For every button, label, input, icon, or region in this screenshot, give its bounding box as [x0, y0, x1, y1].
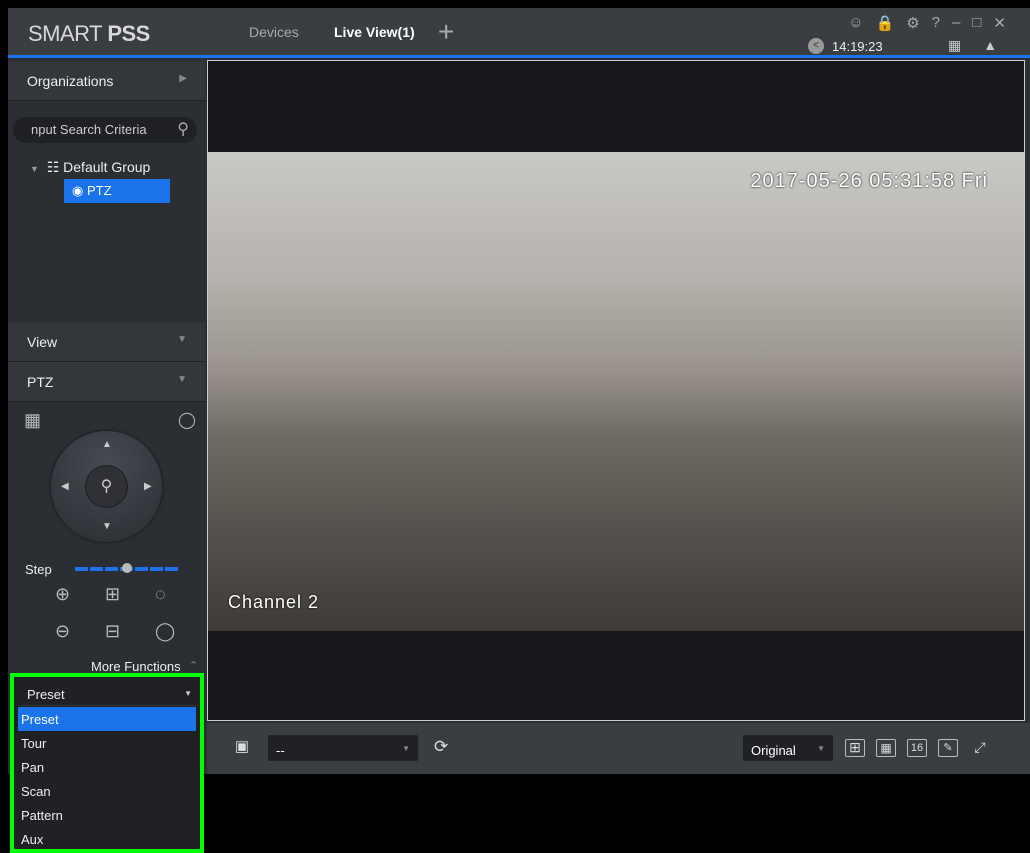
close-icon[interactable]: ✕: [993, 14, 1006, 32]
focus-near-icon[interactable]: ⊞: [105, 584, 120, 605]
mouse-icon[interactable]: ◯: [178, 410, 196, 430]
iris-close-icon[interactable]: ◯: [155, 621, 175, 642]
ptz-header[interactable]: PTZ ▼: [8, 362, 205, 402]
fullscreen-icon[interactable]: ⤢: [970, 739, 990, 757]
tree-default-group[interactable]: ▼ ☷ Default Group: [30, 159, 150, 176]
bell-icon[interactable]: ▲: [983, 37, 997, 54]
clock-time: 14:19:23: [832, 38, 883, 54]
gear-icon[interactable]: ⚙: [906, 14, 919, 32]
view-select-value: --: [276, 743, 285, 758]
camera-feed[interactable]: 2017-05-26 05:31:58 Fri Channel 2: [208, 152, 1024, 631]
more-functions-dropdown: Preset ▼ Preset Tour Pan Scan Pattern Aux: [10, 673, 204, 853]
device-label: PTZ: [86, 183, 112, 198]
bottom-toolbar: ▣ -- ▼ ⟳ Original ▼ ⊞ ▦ 16 ✎ ⤢: [207, 723, 1030, 774]
lock-icon[interactable]: 🔒: [876, 14, 895, 32]
option-preset[interactable]: Preset: [18, 707, 196, 731]
stream-select[interactable]: Original ▼: [743, 735, 833, 761]
search-input[interactable]: nput Search Criteria ⚲: [13, 117, 197, 143]
channel-label: Channel 2: [228, 592, 320, 612]
layout-16-button[interactable]: 16: [907, 739, 927, 757]
group-label: Default Group: [63, 159, 151, 175]
search-icon[interactable]: ⚲: [177, 119, 189, 139]
dropdown-arrow-icon: ▼: [817, 744, 825, 753]
organizations-header[interactable]: Organizations ▶: [8, 61, 205, 101]
chevron-right-icon: ▶: [179, 73, 187, 84]
zoom-out-icon[interactable]: ⊖: [55, 621, 70, 642]
refresh-play-icon[interactable]: ⟳: [434, 737, 448, 757]
chevron-down-icon: ▼: [177, 334, 187, 345]
maximize-icon[interactable]: □: [972, 14, 981, 32]
option-aux[interactable]: Aux: [18, 827, 196, 851]
user-icon[interactable]: ☺: [848, 14, 863, 32]
stream-select-value: Original: [751, 743, 796, 758]
arrow-right-icon[interactable]: ▶: [144, 481, 152, 492]
focus-far-icon[interactable]: ⊟: [105, 621, 120, 642]
layout-9-icon[interactable]: ▦: [876, 739, 896, 757]
step-slider-handle[interactable]: [122, 563, 132, 573]
logo-text-bold: PSS: [107, 21, 150, 46]
search-placeholder: nput Search Criteria: [31, 122, 147, 137]
tab-devices[interactable]: Devices: [249, 24, 299, 40]
more-functions-toggle[interactable]: More Functions: [91, 659, 181, 674]
function-select-value: Preset: [27, 687, 65, 702]
view-label: View: [27, 334, 58, 350]
arrow-left-icon[interactable]: ◀: [61, 481, 69, 492]
video-timestamp: 2017-05-26 05:31:58 Fri: [750, 170, 988, 192]
dropdown-arrow-icon: ▼: [402, 744, 410, 753]
arrow-down-icon[interactable]: ▼: [102, 521, 112, 532]
zoom-in-icon[interactable]: ⊕: [55, 584, 70, 605]
tab-live-view[interactable]: Live View(1): [334, 24, 415, 40]
ptz-joystick[interactable]: ▲ ▼ ◀ ▶ ⚲: [51, 431, 162, 542]
ptz-label: PTZ: [27, 374, 54, 390]
logo-text: SMART: [28, 21, 108, 46]
option-pattern[interactable]: Pattern: [18, 803, 196, 827]
grid-switch-icon[interactable]: ▦: [24, 410, 41, 431]
option-pan[interactable]: Pan: [18, 755, 196, 779]
zoom-area-icon[interactable]: ⚲: [85, 465, 128, 508]
collapse-icon[interactable]: ▼: [30, 164, 39, 174]
tree-device-ptz[interactable]: ◉ PTZ: [64, 179, 170, 203]
option-scan[interactable]: Scan: [18, 779, 196, 803]
view-select[interactable]: -- ▼: [268, 735, 418, 761]
dropdown-arrow-icon: ▼: [184, 689, 192, 698]
cpu-icon[interactable]: ▦: [948, 37, 961, 54]
chevron-down-icon: ▼: [177, 374, 187, 385]
minimize-icon[interactable]: –: [952, 14, 960, 32]
logo: SMART PSS: [28, 21, 150, 47]
iris-open-icon[interactable]: ◌: [155, 584, 166, 605]
organizations-label: Organizations: [27, 73, 114, 89]
clock-icon: <: [808, 38, 824, 54]
save-view-icon[interactable]: ▣: [234, 739, 250, 757]
view-header[interactable]: View ▼: [8, 322, 205, 362]
step-label: Step: [25, 562, 52, 577]
add-tab-button[interactable]: +: [438, 18, 454, 46]
option-tour[interactable]: Tour: [18, 731, 196, 755]
video-pane[interactable]: 2017-05-26 05:31:58 Fri Channel 2: [207, 60, 1025, 721]
camera-icon: ◉: [72, 183, 84, 198]
layout-4-icon[interactable]: ⊞: [845, 739, 865, 757]
group-icon: ☷: [46, 159, 60, 175]
header: SMART PSS Devices Live View(1) + ☺ 🔒 ⚙ ?…: [8, 8, 1030, 58]
arrow-up-icon[interactable]: ▲: [102, 439, 112, 450]
help-icon[interactable]: ?: [932, 14, 940, 32]
chevron-up-icon[interactable]: ⌃: [189, 659, 198, 672]
custom-layout-icon[interactable]: ✎: [938, 739, 958, 757]
function-select[interactable]: Preset ▼: [21, 682, 198, 706]
